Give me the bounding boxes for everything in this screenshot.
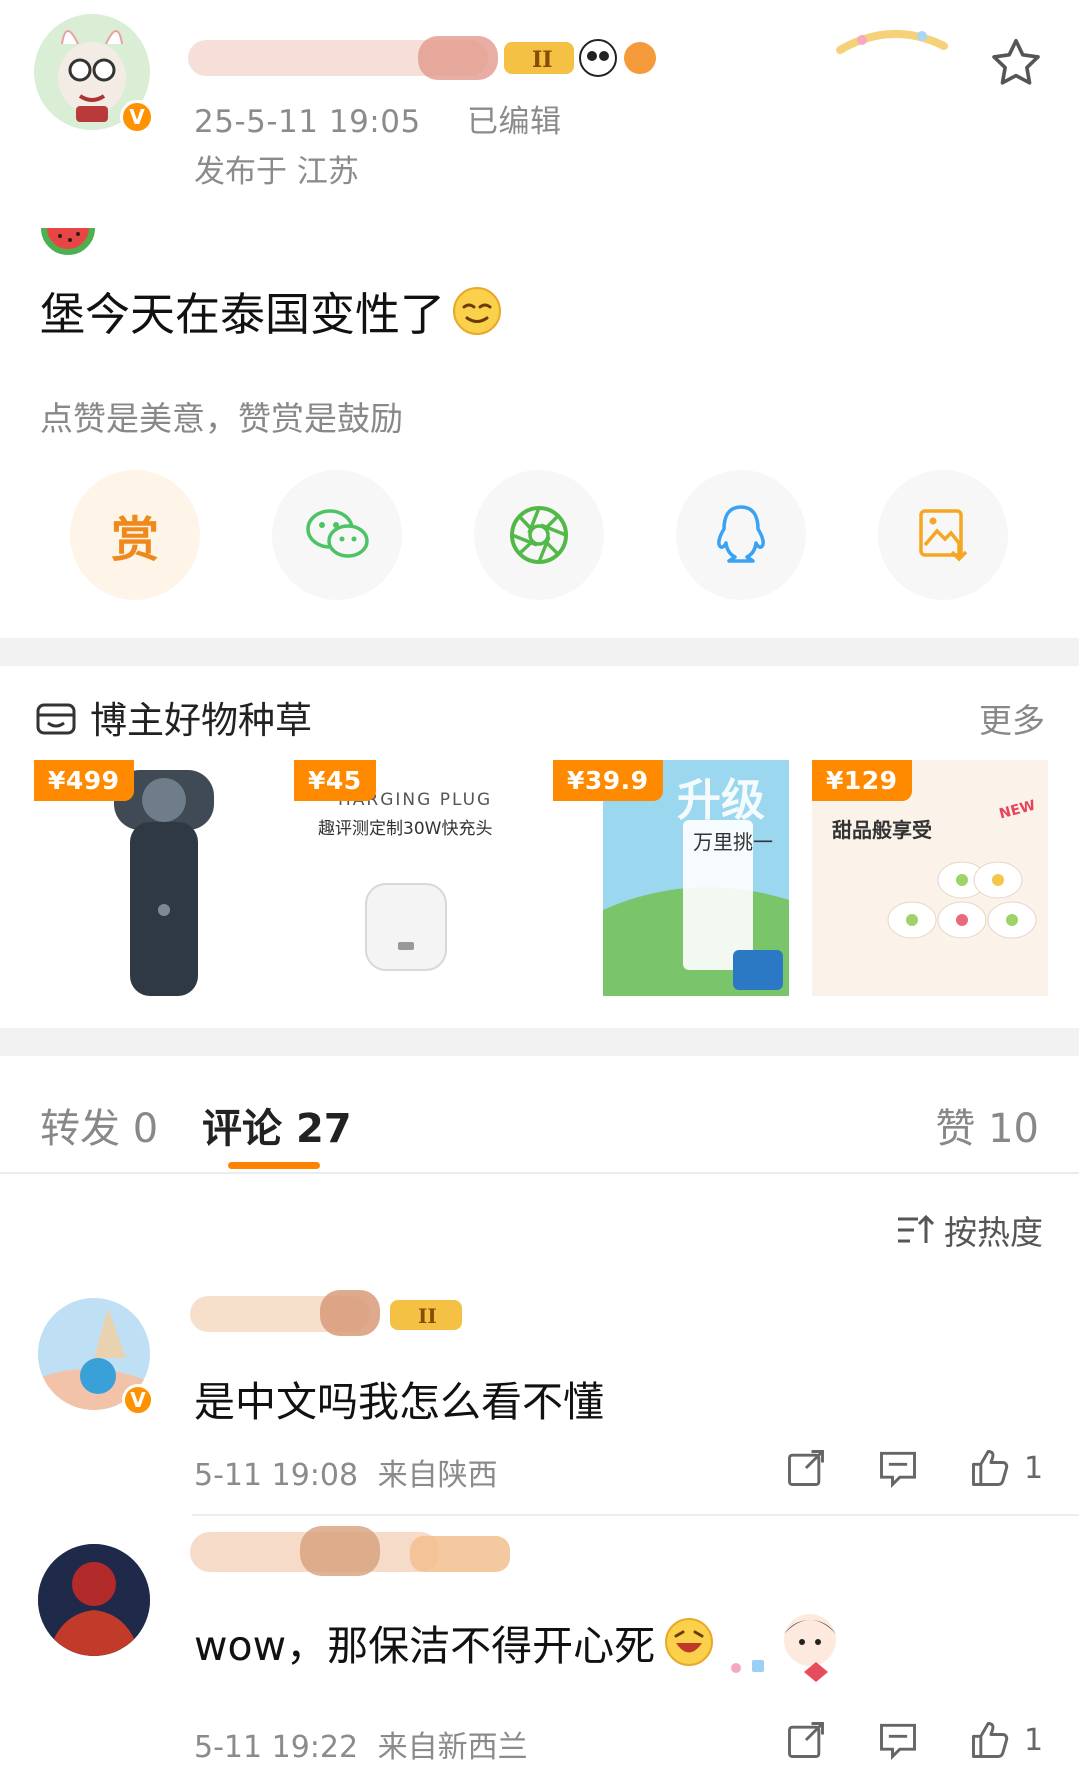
comment-1-like-count: 1 [1024,1450,1044,1486]
comment-1-avatar[interactable]: V [38,1298,154,1416]
section-divider [0,1028,1079,1056]
product-card-shaver[interactable]: ¥499 [34,760,270,996]
comment-1-actions: 1 [784,1446,1043,1490]
decorative-card-icon [836,29,948,54]
comment-2-meta: 5-11 19:22 来自新西兰 [194,1722,528,1766]
product-card-charger[interactable]: HARGING PLUG 趣评测定制30W快充头 ¥45 [294,760,530,996]
repost-icon[interactable] [784,1718,828,1762]
comment-2-like-count: 1 [1024,1722,1044,1758]
post-edited-label: 已编辑 [467,104,562,140]
wechat-icon [306,509,369,558]
share-moments-button[interactable] [474,470,604,600]
comment-1-meta: 5-11 19:08 来自陕西 [194,1450,498,1494]
tab-repost[interactable]: 转发 0 [40,1096,158,1154]
commenter-name-redacted[interactable]: II [190,1288,470,1340]
section-divider [0,638,1079,666]
interaction-tabs: 转发 0 评论 27 赞 10 [0,1060,1079,1174]
share-row: 赏 [0,470,1079,605]
qq-penguin-icon [717,505,765,563]
post-text: 堡今天在泰国变性了 [40,288,446,341]
comment-1-time: 5-11 19:08 [194,1458,359,1493]
like-thumb-icon[interactable] [968,1718,1012,1762]
post-location: 发布于 江苏 [194,154,359,190]
verified-badge-icon: V [122,1384,154,1416]
shop-bag-icon [36,703,76,735]
reward-label: 赏 [110,512,159,568]
redacted-name-graphic: II [188,36,656,80]
sort-icon [898,1214,934,1243]
reply-comment-icon[interactable] [876,1446,920,1490]
comment-2-time: 5-11 19:22 [194,1730,359,1765]
active-tab-indicator [228,1162,320,1169]
post-meta-time: 25-5-11 19:05 已编辑 [194,96,562,141]
product-card-dessert[interactable]: 甜品般享受 NEW ¥129 [812,760,1048,996]
product-price: ¥499 [34,760,134,801]
comment-2-text: wow，那保洁不得开心死 [194,1622,656,1670]
tab-likes-label: 赞 [935,1106,976,1152]
watermelon-emoji-icon [41,227,95,255]
product-price: ¥129 [812,760,912,801]
verified-badge-icon: V [120,100,154,134]
reward-hint: 点赞是美意，赞赏是鼓励 [40,399,403,438]
like-thumb-icon[interactable] [968,1446,1012,1490]
comment-2-from: 来自新西兰 [377,1730,528,1765]
commenter-name-redacted[interactable] [190,1522,520,1582]
share-wechat-button[interactable] [272,470,402,600]
comment-1-text: 是中文吗我怎么看不懂 [194,1378,604,1426]
author-avatar[interactable]: V [34,14,156,136]
favorite-star-icon[interactable] [987,34,1045,92]
sort-label: 按热度 [944,1213,1043,1252]
products-title-text: 博主好物种草 [90,699,312,742]
smirk-emoji-icon [453,286,502,335]
more-link[interactable]: 更多 [979,694,1045,742]
product-price: ¥39.9 [553,760,663,801]
tab-comments-label: 评论 [202,1106,282,1152]
svg-text:II: II [418,1304,437,1328]
tab-comments-count: 27 [295,1106,352,1152]
comment-2-body: wow，那保洁不得开心死 [194,1612,715,1672]
sticker-boy-icon [731,1614,836,1682]
author-name-redacted[interactable]: II [188,32,658,84]
tab-comments[interactable]: 评论 27 [202,1096,352,1154]
product-card-milk[interactable]: 万里挑一 升级 ¥39.9 [553,760,789,996]
commenter-avatar-image [38,1544,150,1656]
post-timestamp: 25-5-11 19:05 [194,104,421,140]
svg-text:II: II [532,47,553,73]
milk-banner-text: 升级 [677,775,765,826]
tab-repost-count: 0 [132,1106,159,1152]
moments-shutter-icon [510,506,568,564]
product-price: ¥45 [294,760,376,801]
repost-icon[interactable] [784,1446,828,1490]
reward-button[interactable]: 赏 [70,470,200,600]
save-image-button[interactable] [878,470,1008,600]
comment-2-avatar[interactable] [38,1544,150,1656]
comment-separator [192,1514,1079,1516]
save-image-icon [919,509,968,562]
post-body: 堡今天在泰国变性了 [40,278,503,343]
tab-repost-label: 转发 [40,1106,120,1152]
share-qq-button[interactable] [676,470,806,600]
reply-comment-icon[interactable] [876,1718,920,1762]
laughing-emoji-icon [665,1618,714,1666]
comment-1-from: 来自陕西 [377,1458,498,1493]
comment-2-actions: 1 [784,1718,1043,1762]
sort-by-hot-button[interactable]: 按热度 [896,1206,1043,1254]
products-section-title: 博主好物种草 [34,690,312,744]
tab-likes[interactable]: 赞 10 [935,1096,1039,1154]
tab-likes-count: 10 [988,1106,1039,1152]
milk-caption: 万里挑一 [693,830,773,854]
